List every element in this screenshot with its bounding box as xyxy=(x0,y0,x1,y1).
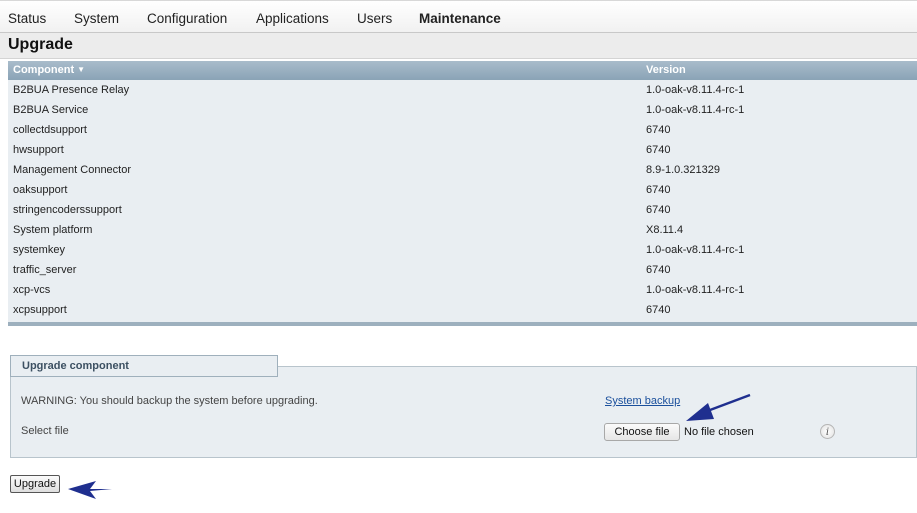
table-row: stringencoderssupport 6740 xyxy=(8,201,917,221)
version-cell: 1.0-oak-v8.11.4-rc-1 xyxy=(646,244,745,256)
version-cell: 6740 xyxy=(646,204,671,216)
column-header-version[interactable]: Version xyxy=(646,64,686,76)
version-cell: X8.11.4 xyxy=(646,224,684,236)
version-cell: 8.9-1.0.321329 xyxy=(646,164,721,176)
table-row: B2BUA Presence Relay 1.0-oak-v8.11.4-rc-1 xyxy=(8,81,917,101)
column-header-component[interactable]: Component ▼ xyxy=(13,64,85,76)
version-cell: 6740 xyxy=(646,124,671,136)
version-cell: 1.0-oak-v8.11.4-rc-1 xyxy=(646,104,745,116)
select-file-label: Select file xyxy=(21,425,69,437)
version-cell: 6740 xyxy=(646,304,671,316)
top-navigation: Status System Configuration Applications… xyxy=(0,0,917,33)
version-cell: 6740 xyxy=(646,184,671,196)
upgrade-component-legend: Upgrade component xyxy=(10,355,278,377)
table-row: xcpsupport 6740 xyxy=(8,301,917,321)
table-row: System platform X8.11.4 xyxy=(8,221,917,241)
table-row: traffic_server 6740 xyxy=(8,261,917,281)
column-header-component-label: Component xyxy=(13,64,75,76)
table-row: Management Connector 8.9-1.0.321329 xyxy=(8,161,917,181)
table-row: B2BUA Service 1.0-oak-v8.11.4-rc-1 xyxy=(8,101,917,121)
table-row: systemkey 1.0-oak-v8.11.4-rc-1 xyxy=(8,241,917,261)
sort-down-icon: ▼ xyxy=(77,65,86,74)
component-cell: hwsupport xyxy=(13,144,64,156)
page-title: Upgrade xyxy=(8,36,73,53)
upgrade-button[interactable]: Upgrade xyxy=(10,475,60,493)
choose-file-button[interactable]: Choose file xyxy=(604,423,680,441)
nav-applications[interactable]: Applications xyxy=(256,11,329,26)
component-cell: systemkey xyxy=(13,244,65,256)
nav-users[interactable]: Users xyxy=(357,11,392,26)
nav-status[interactable]: Status xyxy=(8,11,46,26)
page-title-bar: Upgrade xyxy=(0,33,917,59)
component-cell: collectdsupport xyxy=(13,124,87,136)
component-cell: xcpsupport xyxy=(13,304,67,316)
component-cell: B2BUA Service xyxy=(13,104,89,116)
nav-maintenance[interactable]: Maintenance xyxy=(419,11,501,26)
table-row: xcp-vcs 1.0-oak-v8.11.4-rc-1 xyxy=(8,281,917,301)
version-cell: 1.0-oak-v8.11.4-rc-1 xyxy=(646,284,745,296)
component-cell: Management Connector xyxy=(13,164,132,176)
file-status: No file chosen xyxy=(684,426,754,438)
components-table: Component ▼ Version B2BUA Presence Relay 1… xyxy=(8,61,917,326)
version-cell: 1.0-oak-v8.11.4-rc-1 xyxy=(646,84,745,96)
upgrade-component-panel xyxy=(10,366,917,458)
nav-configuration[interactable]: Configuration xyxy=(147,11,227,26)
component-cell: System platform xyxy=(13,224,93,236)
backup-warning: WARNING: You should backup the system be… xyxy=(21,395,318,407)
annotation-arrow-icon xyxy=(68,481,112,499)
annotation-arrow-icon xyxy=(686,393,751,421)
nav-system[interactable]: System xyxy=(74,11,119,26)
version-cell: 6740 xyxy=(646,264,671,276)
component-cell: B2BUA Presence Relay xyxy=(13,84,130,96)
table-row: oaksupport 6740 xyxy=(8,181,917,201)
version-cell: 6740 xyxy=(646,144,671,156)
component-cell: traffic_server xyxy=(13,264,77,276)
component-cell: stringencoderssupport xyxy=(13,204,122,216)
system-backup-link[interactable]: System backup xyxy=(605,395,680,407)
legend-label: Upgrade component xyxy=(22,360,129,372)
table-row: collectdsupport 6740 xyxy=(8,121,917,141)
component-cell: oaksupport xyxy=(13,184,68,196)
component-cell: xcp-vcs xyxy=(13,284,51,296)
table-header: Component ▼ Version xyxy=(8,61,917,80)
table-row: hwsupport 6740 xyxy=(8,141,917,161)
info-icon[interactable]: i xyxy=(820,424,835,439)
